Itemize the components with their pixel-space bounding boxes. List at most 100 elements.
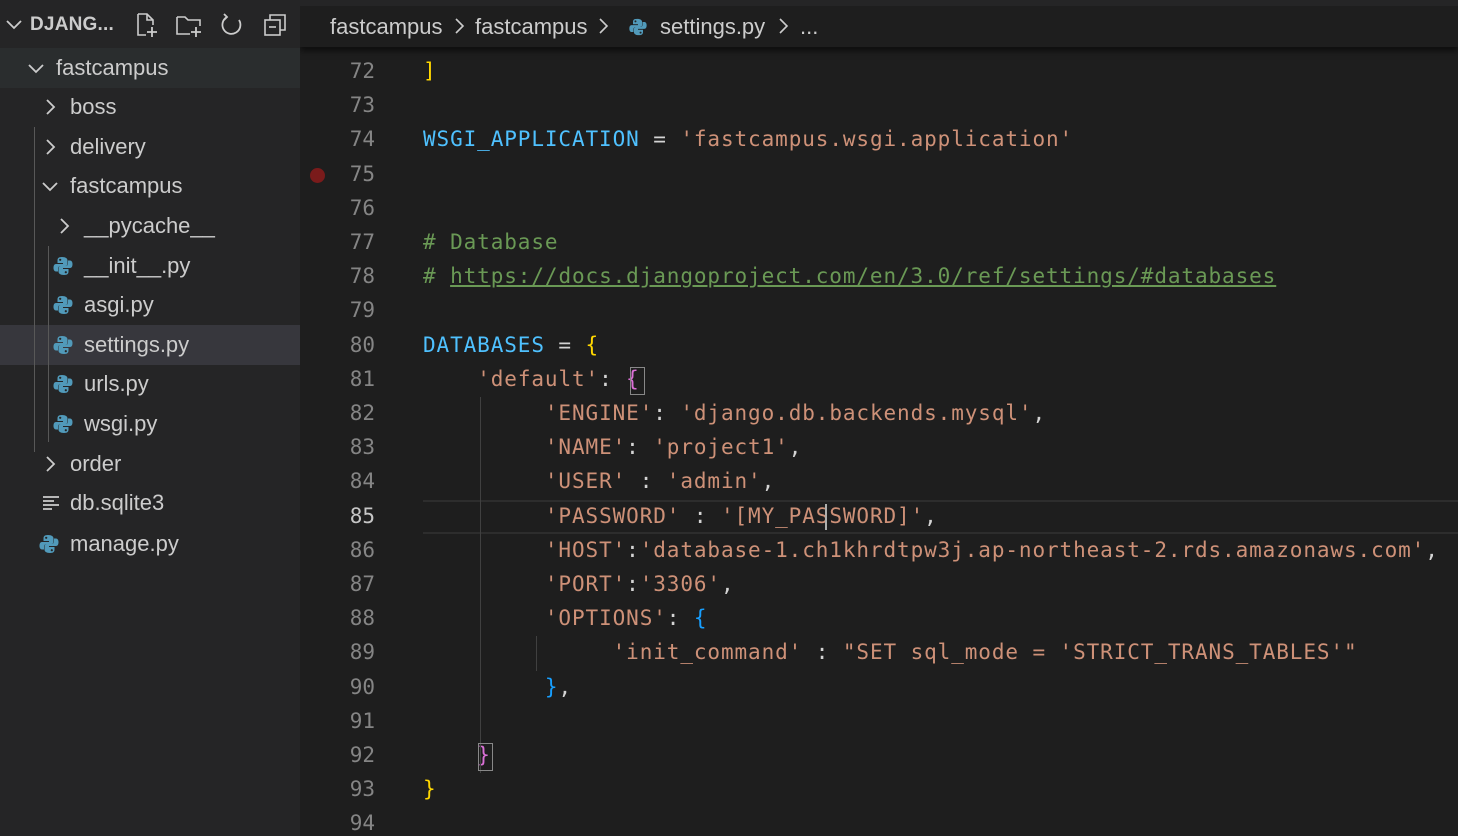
code-text[interactable]: DATABASES = { xyxy=(423,333,599,357)
tree-file[interactable]: __init__.py xyxy=(0,246,300,286)
tree-file[interactable]: asgi.py xyxy=(0,285,300,325)
line-number: 86 xyxy=(349,537,375,562)
code-line[interactable]: 92 } xyxy=(300,739,1458,773)
chevron-right-icon[interactable] xyxy=(40,137,60,157)
tree-folder[interactable]: fastcampus xyxy=(0,48,300,88)
python-file-icon xyxy=(52,255,74,277)
code-text[interactable]: # https://docs.djangoproject.com/en/3.0/… xyxy=(423,264,1276,288)
python-file-icon xyxy=(52,294,74,316)
workspace-title[interactable]: DJANG... xyxy=(30,14,114,36)
code-line[interactable]: 72] xyxy=(300,55,1458,89)
chevron-right-icon[interactable] xyxy=(40,97,60,117)
code-line[interactable]: 77 # Database xyxy=(300,226,1458,260)
code-operator: : xyxy=(666,606,694,631)
line-number: 80 xyxy=(349,332,375,357)
collapse-all-icon[interactable] xyxy=(261,11,289,39)
code-line[interactable]: 75 xyxy=(300,158,1458,192)
text-cursor xyxy=(825,503,827,530)
code-bracket: } xyxy=(423,777,437,802)
code-text[interactable]: ] xyxy=(423,59,437,83)
code-area[interactable]: 72] 73 74 WSGI_APPLICATION = 'fastcampus.ws… xyxy=(300,0,1458,836)
code-string: '3306' xyxy=(639,572,721,596)
code-line[interactable]: 73 xyxy=(300,89,1458,123)
tree-file[interactable]: settings.py xyxy=(0,325,300,365)
python-file-icon xyxy=(52,373,74,395)
tree-item-label: order xyxy=(70,451,122,476)
breadcrumb-folder[interactable]: fastcampus xyxy=(330,14,443,40)
code-operator: , xyxy=(788,435,803,460)
tree-item-label: wsgi.py xyxy=(84,411,158,436)
code-line[interactable]: 74 WSGI_APPLICATION = 'fastcampus.wsgi.ap… xyxy=(300,123,1458,157)
breadcrumb-folder[interactable]: fastcampus xyxy=(475,14,588,40)
line-number: 91 xyxy=(349,708,375,733)
code-line[interactable]: 86 'HOST':'database-1.ch1khrdtpw3j.ap-no… xyxy=(300,534,1458,568)
code-line[interactable]: 91 xyxy=(300,705,1458,739)
code-line[interactable]: 76 xyxy=(300,192,1458,226)
code-text[interactable]: 'init_command' : "SET sql_mode = 'STRICT… xyxy=(423,640,1358,664)
tree-folder[interactable]: order xyxy=(0,444,300,484)
chevron-down-icon[interactable] xyxy=(40,176,60,196)
refresh-icon[interactable] xyxy=(218,11,246,39)
chevron-down-icon[interactable] xyxy=(4,14,24,34)
code-text[interactable]: } xyxy=(423,777,437,801)
tree-file[interactable]: wsgi.py xyxy=(0,404,300,444)
code-line[interactable]: 83 'NAME': 'project1', xyxy=(300,431,1458,465)
code-line[interactable]: 89 'init_command' : "SET sql_mode = 'STR… xyxy=(300,636,1458,670)
code-line[interactable]: 80 DATABASES = { xyxy=(300,329,1458,363)
code-line[interactable]: 87 'PORT':'3306', xyxy=(300,568,1458,602)
tree-folder[interactable]: fastcampus xyxy=(0,166,300,206)
code-line[interactable]: 93} xyxy=(300,773,1458,807)
code-operator: , xyxy=(558,674,572,699)
new-file-icon[interactable] xyxy=(132,11,160,39)
tree-item-label: boss xyxy=(70,94,117,119)
code-line[interactable]: 94 xyxy=(300,807,1458,836)
breakpoint-icon[interactable] xyxy=(310,167,325,183)
tree-folder[interactable]: __pycache__ xyxy=(0,206,300,246)
chevron-right-icon xyxy=(776,16,792,36)
code-line[interactable]: 78 # https://docs.djangoproject.com/en/3.… xyxy=(300,260,1458,294)
chevron-right-icon[interactable] xyxy=(40,454,60,474)
code-link[interactable]: https://docs.djangoproject.com/en/3.0/re… xyxy=(450,264,1276,288)
code-line[interactable]: 81 'default': { xyxy=(300,363,1458,397)
tree-item-label: __init__.py xyxy=(84,253,191,278)
code-text[interactable]: 'OPTIONS': { xyxy=(423,606,707,630)
tree-folder[interactable]: delivery xyxy=(0,127,300,167)
code-text[interactable]: 'PASSWORD' : '[MY_PASSWORD]', xyxy=(423,504,938,528)
tree-file[interactable]: urls.py xyxy=(0,364,300,404)
code-text[interactable]: # Database xyxy=(423,230,558,254)
code-string: 'database-1.ch1khrdtpw3j.ap-northeast-2.… xyxy=(639,537,1426,562)
code-editor[interactable]: 72] 73 74 WSGI_APPLICATION = 'fastcampus.ws… xyxy=(300,0,1458,836)
code-string: 'NAME' xyxy=(544,435,627,460)
code-bracket: ] xyxy=(423,59,437,83)
tree-folder[interactable]: boss xyxy=(0,87,300,127)
line-number: 72 xyxy=(349,59,375,83)
tree-item-label: __pycache__ xyxy=(84,213,215,238)
tree-file[interactable]: manage.py xyxy=(0,524,300,564)
code-text[interactable]: 'default': { xyxy=(423,367,640,391)
code-text[interactable]: }, xyxy=(423,675,572,699)
tree-file[interactable]: db.sqlite3 xyxy=(0,483,300,523)
new-folder-icon[interactable] xyxy=(175,11,203,39)
code-line[interactable]: 85 'PASSWORD' : '[MY_PASSWORD]', xyxy=(300,499,1458,534)
code-line[interactable]: 84 'USER' : 'admin', xyxy=(300,465,1458,499)
code-text[interactable]: 'HOST':'database-1.ch1khrdtpw3j.ap-north… xyxy=(423,538,1439,562)
code-line[interactable]: 90 }, xyxy=(300,671,1458,705)
indent-guide xyxy=(48,246,49,442)
code-line[interactable]: 82 'ENGINE': 'django.db.backends.mysql', xyxy=(300,397,1458,431)
code-operator: = xyxy=(639,127,681,152)
code-operator: : xyxy=(653,401,681,425)
code-text[interactable]: 'USER' : 'admin', xyxy=(423,469,775,493)
line-number: 78 xyxy=(349,264,375,289)
chevron-down-icon[interactable] xyxy=(26,58,46,78)
chevron-right-icon[interactable] xyxy=(54,216,74,236)
code-line[interactable]: 88 'OPTIONS': { xyxy=(300,602,1458,636)
python-file-icon xyxy=(52,334,74,356)
code-text[interactable]: WSGI_APPLICATION = 'fastcampus.wsgi.appl… xyxy=(423,127,1073,151)
code-text[interactable]: 'ENGINE': 'django.db.backends.mysql', xyxy=(423,401,1046,425)
code-operator: : xyxy=(802,640,843,665)
breadcrumb-file[interactable]: settings.py xyxy=(660,14,765,40)
code-text[interactable]: 'PORT':'3306', xyxy=(423,572,735,596)
breadcrumb-symbols[interactable]: ... xyxy=(800,14,818,40)
line-number: 83 xyxy=(349,435,375,460)
code-line[interactable]: 79 xyxy=(300,294,1458,328)
